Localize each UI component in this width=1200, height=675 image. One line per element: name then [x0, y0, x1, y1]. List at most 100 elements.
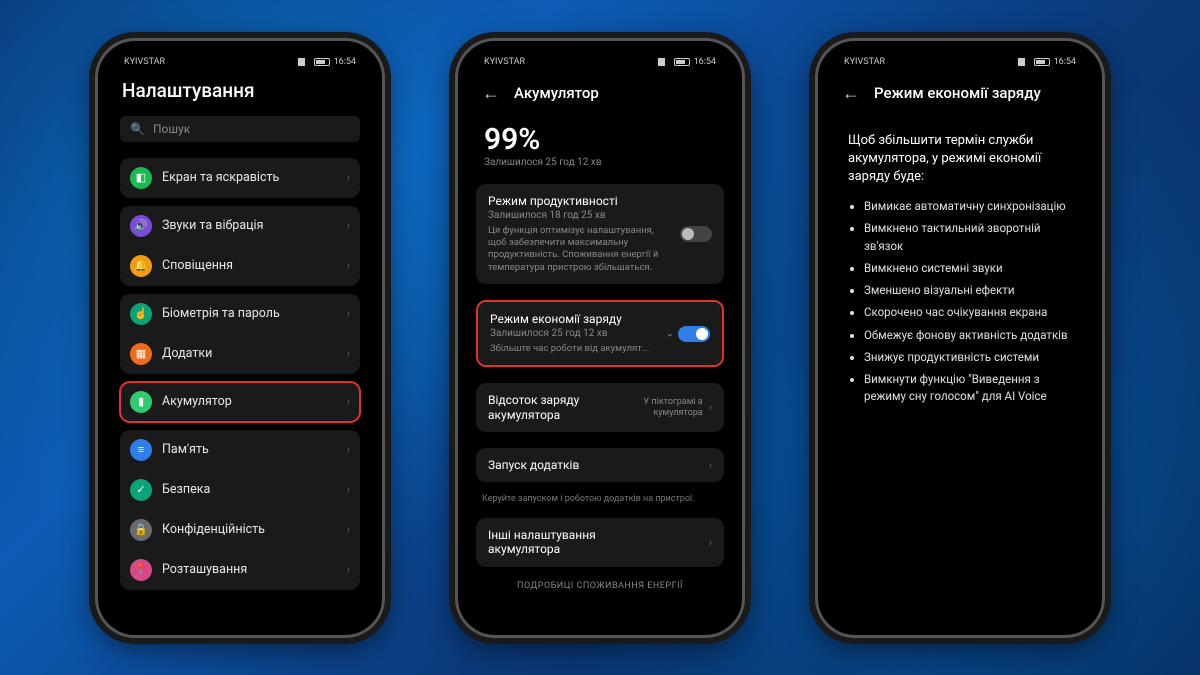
signal-icon [1018, 58, 1030, 66]
settings-group: 🔊Звуки та вібрація› 🔔 Сповіщення › [120, 206, 360, 286]
row-label: Інші налаштування акумулятора [488, 528, 611, 557]
battery-icon [1034, 58, 1050, 66]
battery-percent-row[interactable]: Відсоток заряду акумулятора У піктограмі… [476, 383, 724, 432]
performance-mode-card[interactable]: Режим продуктивності Залишилося 18 год 2… [476, 184, 724, 284]
settings-row[interactable]: 🔒 Конфіденційність › [120, 510, 360, 550]
usage-details-section: ПОДРОБИЦІ СПОЖИВАННЯ ЕНЕРГІЇ [468, 575, 732, 597]
back-button[interactable]: ← [838, 79, 864, 108]
effect-item: Вимкнено тактильний зворотній зв'язок [864, 220, 1072, 255]
settings-row[interactable]: ▮ Акумулятор › [120, 382, 360, 422]
row-label: Розташування [162, 562, 337, 577]
battery-percent: 99% [468, 118, 732, 157]
effect-item: Зменшено візуальні ефекти [864, 282, 1072, 299]
settings-row[interactable]: ▦Додатки› [120, 334, 360, 374]
row-label: Біометрія та пароль [162, 306, 337, 321]
settings-row[interactable]: ≡Пам'ять› [120, 430, 360, 470]
row-value: У піктограмі а кумулятора [611, 397, 703, 419]
card-title: Режим економії заряду [490, 312, 710, 326]
search-placeholder: Пошук [153, 122, 190, 136]
phone-battery: KYIVSTAR 16:54 ← Акумулятор 99% Залишило… [455, 38, 745, 638]
signal-icon [658, 58, 670, 66]
effect-item: Обмежує фонову активність додатків [864, 327, 1072, 344]
row-icon: ✓ [130, 479, 152, 501]
row-icon: ≡ [130, 439, 152, 461]
more-battery-settings-row[interactable]: Інші налаштування акумулятора › [476, 518, 724, 567]
chevron-right-icon: › [347, 395, 350, 408]
screen: KYIVSTAR 16:54 Налаштування 🔍 Пошук ◧Екр… [108, 51, 372, 625]
signal-icon [298, 58, 310, 66]
row-icon: 🔔 [130, 255, 152, 277]
search-input[interactable]: 🔍 Пошук [120, 116, 360, 142]
row-icon: ☝ [130, 303, 152, 325]
performance-toggle[interactable] [680, 226, 712, 242]
settings-row[interactable]: ✓ Безпека › [120, 470, 360, 510]
settings-group: ◧ Екран та яскравість › [120, 158, 360, 198]
effect-item: Вимикає автоматичну синхронізацію [864, 198, 1072, 215]
row-label: Додатки [162, 346, 337, 361]
row-icon: ◧ [130, 167, 152, 189]
settings-group: ▮ Акумулятор › [120, 382, 360, 422]
battery-remaining: Залишилося 25 год 12 хв [468, 157, 732, 176]
status-right: 16:54 [298, 57, 356, 67]
row-label: Запуск додатків [488, 458, 579, 472]
chevron-right-icon: › [347, 171, 350, 184]
settings-row[interactable]: ☝ Біометрія та пароль › [120, 294, 360, 334]
settings-row[interactable]: 🔔 Сповіщення › [120, 246, 360, 286]
row-label: Сповіщення [162, 258, 337, 273]
app-launch-hint: Керуйте запуском і роботою додатків на п… [468, 490, 732, 510]
app-launch-row[interactable]: Запуск додатків › [476, 448, 724, 482]
settings-group: ≡Пам'ять› ✓ Безпека › 🔒 Конфіденційність › 📍 Роз… [120, 430, 360, 590]
row-icon: 📍 [130, 559, 152, 581]
page-title: Акумулятор [514, 84, 599, 102]
carrier: KYIVSTAR [844, 57, 885, 67]
row-label: Безпека [162, 482, 337, 497]
status-right: 16:54 [658, 57, 716, 67]
row-label: Конфіденційність [162, 522, 337, 537]
status-time: 16:54 [1054, 57, 1076, 67]
phone-saver-detail: KYIVSTAR 16:54 ← Режим економії заряду Щ… [815, 38, 1105, 638]
battery-icon [314, 58, 330, 66]
search-icon: 🔍 [130, 122, 145, 136]
settings-list: ◧Екран та яскравість›🔊Звуки та вібрація›… [108, 150, 372, 625]
screen: KYIVSTAR 16:54 ← Акумулятор 99% Залишило… [468, 51, 732, 625]
power-saving-card[interactable]: Режим економії заряду Залишилося 25 год … [476, 300, 724, 367]
settings-row[interactable]: 📍 Розташування › [120, 550, 360, 590]
notch [545, 47, 655, 67]
chevron-right-icon: › [347, 563, 350, 576]
effect-item: Вимкнути функцію "Виведення з режиму сну… [864, 371, 1072, 406]
intro-text: Щоб збільшити термін служби акумулятора,… [828, 118, 1092, 195]
header: ← Акумулятор [468, 73, 732, 118]
carrier: KYIVSTAR [484, 57, 525, 67]
row-label: Акумулятор [162, 394, 337, 409]
card-desc: Збільште час роботи від акумулят... [490, 343, 710, 355]
chevron-right-icon: › [347, 259, 350, 272]
row-icon: 🔊 [130, 215, 152, 237]
chevron-right-icon: › [709, 459, 712, 472]
settings-row[interactable]: ◧ Екран та яскравість › [120, 158, 360, 198]
notch [185, 47, 295, 67]
settings-row[interactable]: 🔊Звуки та вібрація› [120, 206, 360, 246]
row-label: Відсоток заряду акумулятора [488, 393, 611, 422]
back-button[interactable]: ← [478, 79, 504, 108]
row-label: Екран та яскравість [162, 170, 337, 185]
chevron-right-icon: › [709, 401, 712, 414]
row-icon: ▮ [130, 391, 152, 413]
power-saving-toggle[interactable] [678, 326, 710, 342]
header: ← Режим економії заряду [828, 73, 1092, 118]
status-right: 16:54 [1018, 57, 1076, 67]
status-time: 16:54 [334, 57, 356, 67]
card-desc: Ця функція оптимізує налаштування, щоб з… [488, 225, 712, 274]
row-icon: ▦ [130, 343, 152, 365]
chevron-right-icon: › [347, 307, 350, 320]
chevron-right-icon: › [347, 523, 350, 536]
page-title: Налаштування [108, 73, 372, 112]
chevron-right-icon: › [347, 219, 350, 232]
effect-item: Вимкнено системні звуки [864, 260, 1072, 277]
expand-icon[interactable]: ⌄ [666, 328, 674, 339]
screen: KYIVSTAR 16:54 ← Режим економії заряду Щ… [828, 51, 1092, 625]
row-icon: 🔒 [130, 519, 152, 541]
chevron-right-icon: › [347, 483, 350, 496]
effect-item: Скорочено час очікування екрана [864, 304, 1072, 321]
notch [905, 47, 1015, 67]
card-subtitle: Залишилося 18 год 25 хв [488, 210, 712, 221]
